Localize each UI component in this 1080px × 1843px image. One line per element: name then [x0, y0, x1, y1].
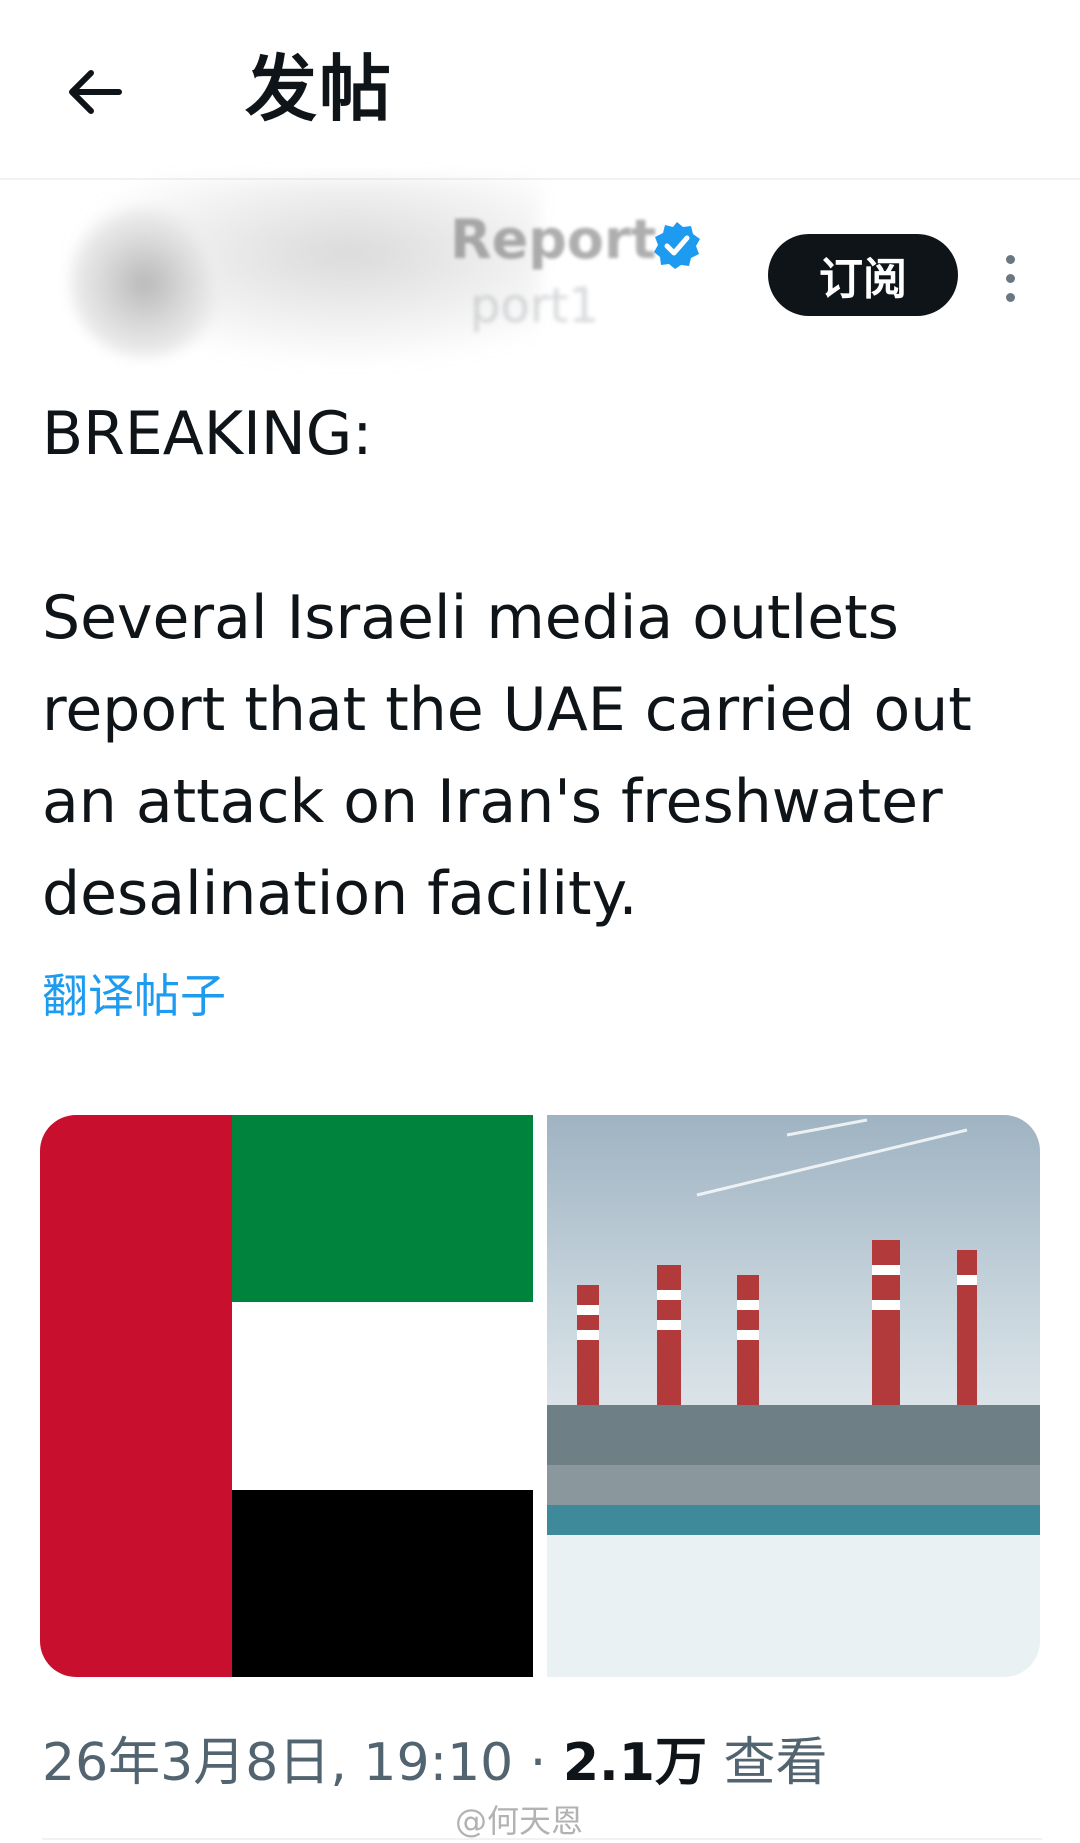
page-title: 发帖 [245, 47, 394, 131]
author-row: Report port1 订阅 [0, 178, 1080, 378]
back-button[interactable] [55, 52, 135, 132]
avatar[interactable] [70, 208, 220, 358]
more-vertical-icon-dot [1005, 273, 1015, 283]
views-label: 查看 [723, 1733, 828, 1793]
views-count: 2.1万 [562, 1733, 707, 1793]
more-options-button[interactable] [990, 248, 1030, 308]
desalination-plant-photo[interactable] [547, 1115, 1040, 1677]
subscribe-button[interactable]: 订阅 [768, 234, 958, 316]
meta-separator: · [529, 1733, 547, 1793]
media-grid [40, 1115, 1040, 1677]
post-timestamp[interactable]: 26年3月8日, 19:10 [42, 1733, 513, 1793]
more-vertical-icon-dot [1005, 292, 1015, 302]
arrow-left-icon [69, 70, 122, 114]
post-metadata: 26年3月8日, 19:10 · 2.1万 查看 [42, 1720, 828, 1795]
divider [42, 1838, 1042, 1840]
post-breaking-line: BREAKING: [42, 399, 373, 469]
top-bar: 发帖 [0, 0, 1080, 180]
translate-post-link[interactable]: 翻译帖子 [42, 960, 226, 1026]
uae-flag-image[interactable] [40, 1115, 533, 1677]
post-text: BREAKING: Several Israeli media outlets … [42, 388, 1042, 940]
verified-badge-icon [654, 222, 700, 269]
plant-illustration [547, 1118, 1040, 1677]
post-body: Several Israeli media outlets report tha… [42, 583, 972, 929]
author-name[interactable]: Report [450, 208, 656, 271]
more-vertical-icon [1005, 254, 1015, 264]
author-handle: port1 [470, 278, 599, 334]
watermark: @何天恩 [455, 1802, 584, 1840]
